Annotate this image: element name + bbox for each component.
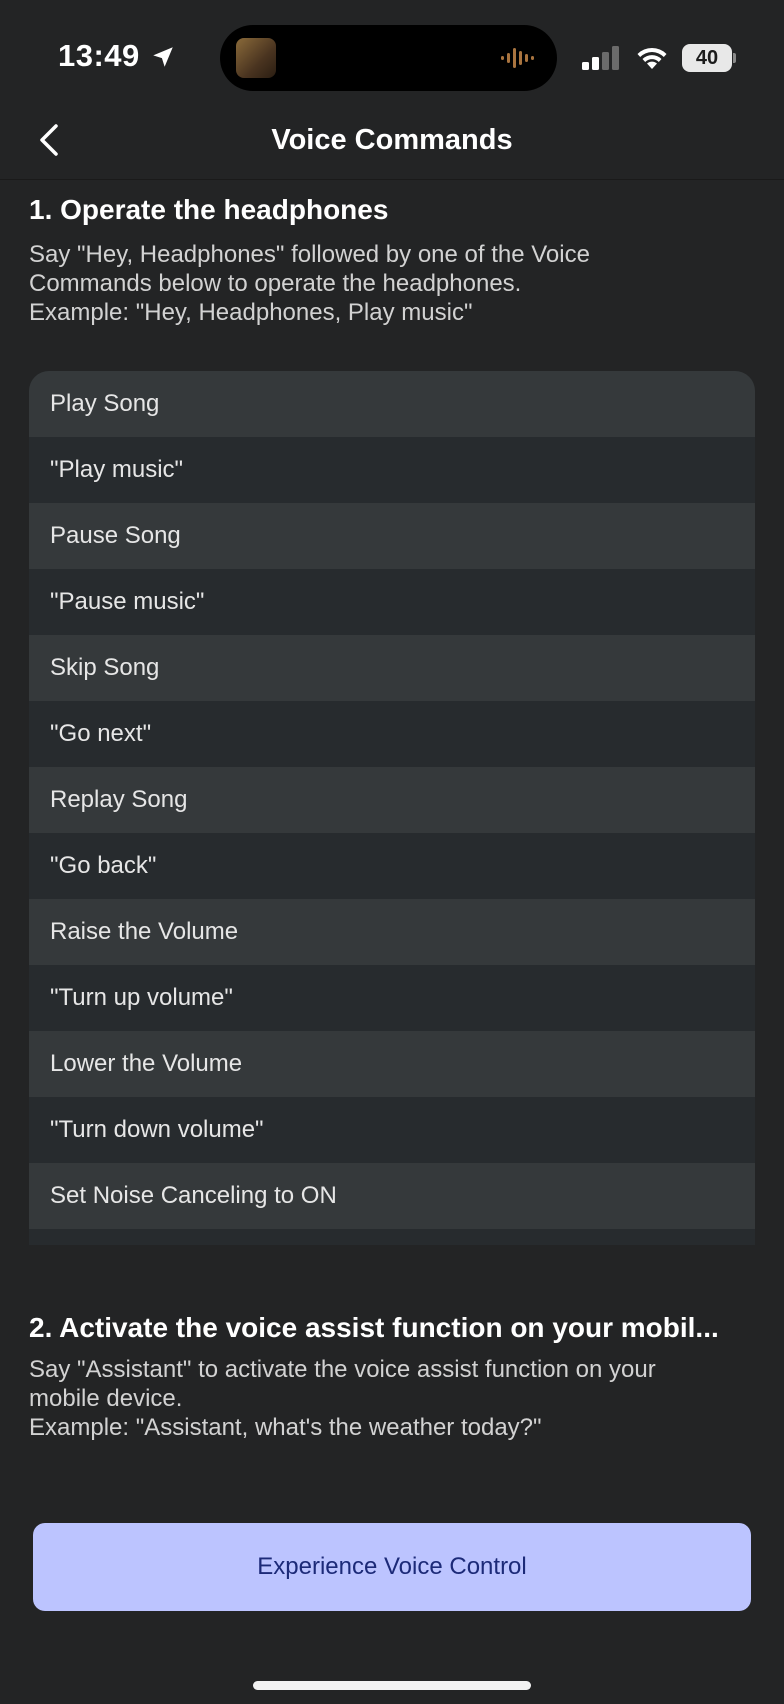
section-2-title: 2. Activate the voice assist function on… [29,1312,719,1343]
description-line: Commands below to operate the headphones… [29,270,522,297]
command-phrase-row [29,1229,755,1245]
command-phrase-row: "Go back" [29,833,755,899]
command-phrase-row: "Go next" [29,701,755,767]
voice-commands-list[interactable]: Play Song "Play music" Pause Song "Pause… [29,371,755,1245]
description-line: Example: "Assistant, what's the weather … [29,1414,542,1441]
section-1-title: 1. Operate the headphones [29,194,389,225]
description-line: Say "Assistant" to activate the voice as… [29,1356,656,1383]
command-phrase-row: "Pause music" [29,569,755,635]
cellular-signal-icon [582,46,619,70]
command-category-row: Play Song [29,371,755,437]
command-category-row: Skip Song [29,635,755,701]
command-category-row: Pause Song [29,503,755,569]
audio-wave-icon [501,48,534,68]
command-phrase-row: "Turn down volume" [29,1097,755,1163]
dynamic-island[interactable] [220,25,557,91]
description-line: Example: "Hey, Headphones, Play music" [29,299,473,326]
page-title: Voice Commands [271,124,513,156]
section-1-description: Say "Hey, Headphones" followed by one of… [29,240,759,327]
command-phrase-row: "Play music" [29,437,755,503]
command-category-row: Replay Song [29,767,755,833]
command-phrase-row: "Turn up volume" [29,965,755,1031]
battery-tip [733,53,736,63]
wifi-icon [637,47,667,69]
description-line: mobile device. [29,1385,183,1412]
battery-icon: 40 [682,44,736,72]
command-category-row: Set Noise Canceling to ON [29,1163,755,1229]
now-playing-art [236,38,276,78]
command-category-row: Lower the Volume [29,1031,755,1097]
experience-voice-control-button[interactable]: Experience Voice Control [33,1523,751,1611]
battery-level: 40 [682,44,732,72]
status-time: 13:49 [58,38,140,73]
section-2-description: Say "Assistant" to activate the voice as… [29,1355,759,1442]
home-indicator[interactable] [253,1681,531,1690]
status-bar: 13:49 40 [0,0,784,100]
nav-header: Voice Commands [0,100,784,180]
description-line: Say "Hey, Headphones" followed by one of… [29,241,590,268]
location-arrow-icon [153,47,173,67]
command-category-row: Raise the Volume [29,899,755,965]
